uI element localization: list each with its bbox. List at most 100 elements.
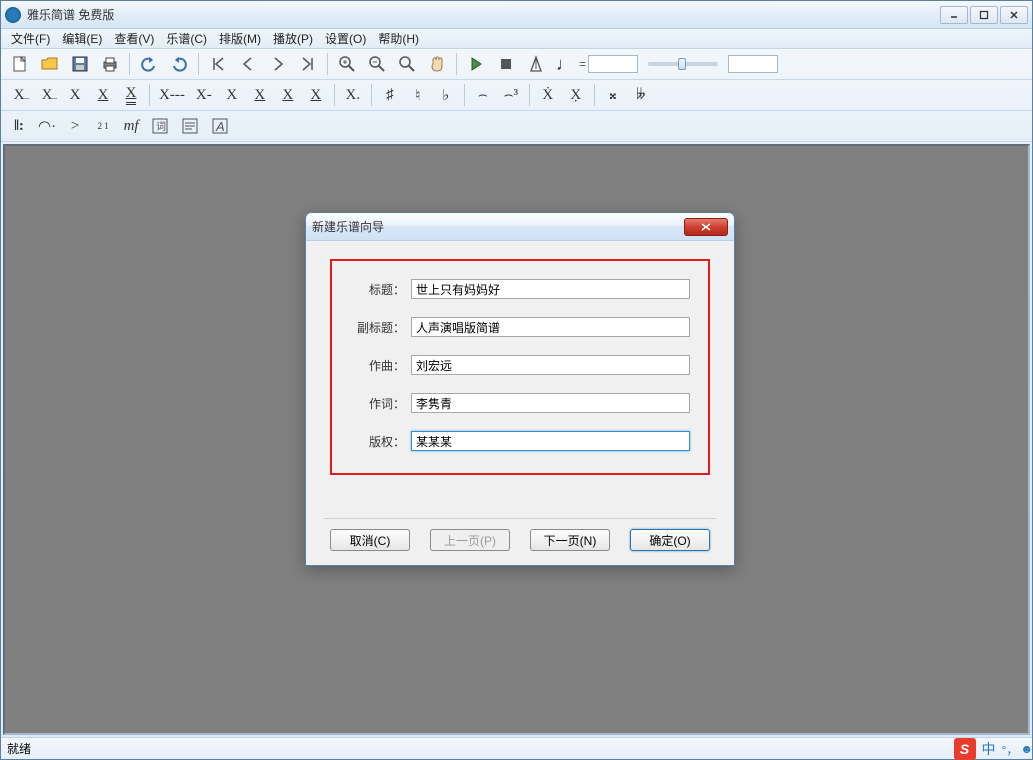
text-button[interactable] xyxy=(176,113,204,139)
menu-edit[interactable]: 编辑(E) xyxy=(56,28,108,49)
note-half[interactable]: X͟ xyxy=(33,82,61,108)
statusbar: 就绪 S 中 °， ☻ xyxy=(1,737,1032,759)
lyrics-icon: 词 xyxy=(150,116,170,136)
row-copyright: 版权： xyxy=(350,431,690,451)
note-eighth[interactable]: X xyxy=(89,82,117,108)
next-page-icon xyxy=(268,54,288,74)
input-subtitle[interactable] xyxy=(411,317,690,337)
menu-play[interactable]: 播放(P) xyxy=(267,28,319,49)
crescendo-button[interactable]: > xyxy=(61,113,89,139)
window-title: 雅乐简谱 免费版 xyxy=(27,6,940,23)
zoom-out-button[interactable] xyxy=(363,51,391,77)
tempo-note-icon: ♩ xyxy=(551,51,579,77)
input-copyright[interactable] xyxy=(411,431,690,451)
menu-file[interactable]: 文件(F) xyxy=(5,28,56,49)
zoom-fit-icon xyxy=(397,54,417,74)
open-button[interactable] xyxy=(36,51,64,77)
ime-badge-icon[interactable]: S xyxy=(954,738,976,760)
zoom-in-button[interactable] xyxy=(333,51,361,77)
maximize-button[interactable] xyxy=(970,6,998,24)
note-x2[interactable]: X xyxy=(246,82,274,108)
first-page-button[interactable] xyxy=(204,51,232,77)
last-page-button[interactable] xyxy=(294,51,322,77)
dialog-buttons: 取消(C) 上一页(P) 下一页(N) 确定(O) xyxy=(306,519,734,565)
zoom-input[interactable] xyxy=(728,55,778,73)
repeat-barline[interactable]: ‖: xyxy=(5,113,33,139)
dialog-close-button[interactable] xyxy=(684,218,728,236)
ime-extra-icon[interactable]: ☻ xyxy=(1020,742,1033,756)
natural-button[interactable]: ♮ xyxy=(404,82,432,108)
octave-up[interactable]: Ẋ xyxy=(534,82,562,108)
note-quarter[interactable]: X xyxy=(61,82,89,108)
dynamic-mf[interactable]: mf xyxy=(117,113,145,139)
cancel-button[interactable]: 取消(C) xyxy=(330,529,410,551)
save-button[interactable] xyxy=(66,51,94,77)
ime-punct-icon[interactable]: °， xyxy=(1002,741,1019,758)
note-dotted[interactable]: X. xyxy=(339,82,367,108)
undo-button[interactable] xyxy=(135,51,163,77)
menu-settings[interactable]: 设置(O) xyxy=(319,28,372,49)
label-subtitle: 副标题： xyxy=(350,319,405,336)
zoom-fit-button[interactable] xyxy=(393,51,421,77)
note-dash3[interactable]: X--- xyxy=(154,82,190,108)
input-composer[interactable] xyxy=(411,355,690,375)
last-page-icon xyxy=(298,54,318,74)
menu-score[interactable]: 乐谱(C) xyxy=(160,28,213,49)
print-icon xyxy=(100,54,120,74)
lyrics-button[interactable]: 词 xyxy=(146,113,174,139)
next-page-button[interactable] xyxy=(264,51,292,77)
double-flat[interactable]: 𝄫 xyxy=(627,82,655,108)
label-lyricist: 作词： xyxy=(350,395,405,412)
prev-button[interactable]: 上一页(P) xyxy=(430,529,510,551)
separator xyxy=(529,84,530,106)
next-button[interactable]: 下一页(N) xyxy=(530,529,610,551)
note-x3[interactable]: X xyxy=(274,82,302,108)
tempo-slider[interactable] xyxy=(648,62,718,66)
tempo-input[interactable] xyxy=(588,55,638,73)
dialog-body: 标题： 副标题： 作曲： 作词： xyxy=(306,241,734,518)
menu-view[interactable]: 查看(V) xyxy=(108,28,160,49)
separator xyxy=(371,84,372,106)
metronome-icon xyxy=(526,54,546,74)
input-title[interactable] xyxy=(411,279,690,299)
prev-page-button[interactable] xyxy=(234,51,262,77)
note-sixteenth[interactable]: X xyxy=(117,82,145,108)
sharp-button[interactable]: ♯ xyxy=(376,82,404,108)
minimize-button[interactable] xyxy=(940,6,968,24)
input-lyricist[interactable] xyxy=(411,393,690,413)
triplet-button[interactable]: ⌢³ xyxy=(497,82,525,108)
note-dash1[interactable]: X- xyxy=(190,82,218,108)
redo-button[interactable] xyxy=(165,51,193,77)
print-button[interactable] xyxy=(96,51,124,77)
new-score-wizard-dialog: 新建乐谱向导 标题： 副标题： 作曲： xyxy=(305,212,735,566)
new-button[interactable] xyxy=(6,51,34,77)
menu-layout[interactable]: 排版(M) xyxy=(213,28,267,49)
decrescendo-button[interactable]: 2 1 xyxy=(89,113,117,139)
tie-button[interactable]: ⌢ xyxy=(469,82,497,108)
stop-icon xyxy=(496,54,516,74)
font-button[interactable]: A xyxy=(206,113,234,139)
menu-help[interactable]: 帮助(H) xyxy=(372,28,425,49)
play-icon xyxy=(466,54,486,74)
fermata-button[interactable]: ◠· xyxy=(33,113,61,139)
stop-button[interactable] xyxy=(492,51,520,77)
close-icon xyxy=(1009,10,1019,20)
double-sharp[interactable]: 𝄪 xyxy=(599,82,627,108)
window-controls xyxy=(940,6,1028,24)
separator xyxy=(129,53,130,75)
note-whole[interactable]: X͟ xyxy=(5,82,33,108)
play-button[interactable] xyxy=(462,51,490,77)
ok-button[interactable]: 确定(O) xyxy=(630,529,710,551)
flat-button[interactable]: ♭ xyxy=(432,82,460,108)
pan-button[interactable] xyxy=(423,51,451,77)
octave-down[interactable]: X̣ xyxy=(562,82,590,108)
separator xyxy=(464,84,465,106)
close-button[interactable] xyxy=(1000,6,1028,24)
note-x4[interactable]: X xyxy=(302,82,330,108)
separator xyxy=(327,53,328,75)
slider-thumb[interactable] xyxy=(678,58,686,70)
note-x1[interactable]: X xyxy=(218,82,246,108)
metronome-button[interactable] xyxy=(522,51,550,77)
separator xyxy=(456,53,457,75)
ime-lang[interactable]: 中 xyxy=(978,739,1000,759)
